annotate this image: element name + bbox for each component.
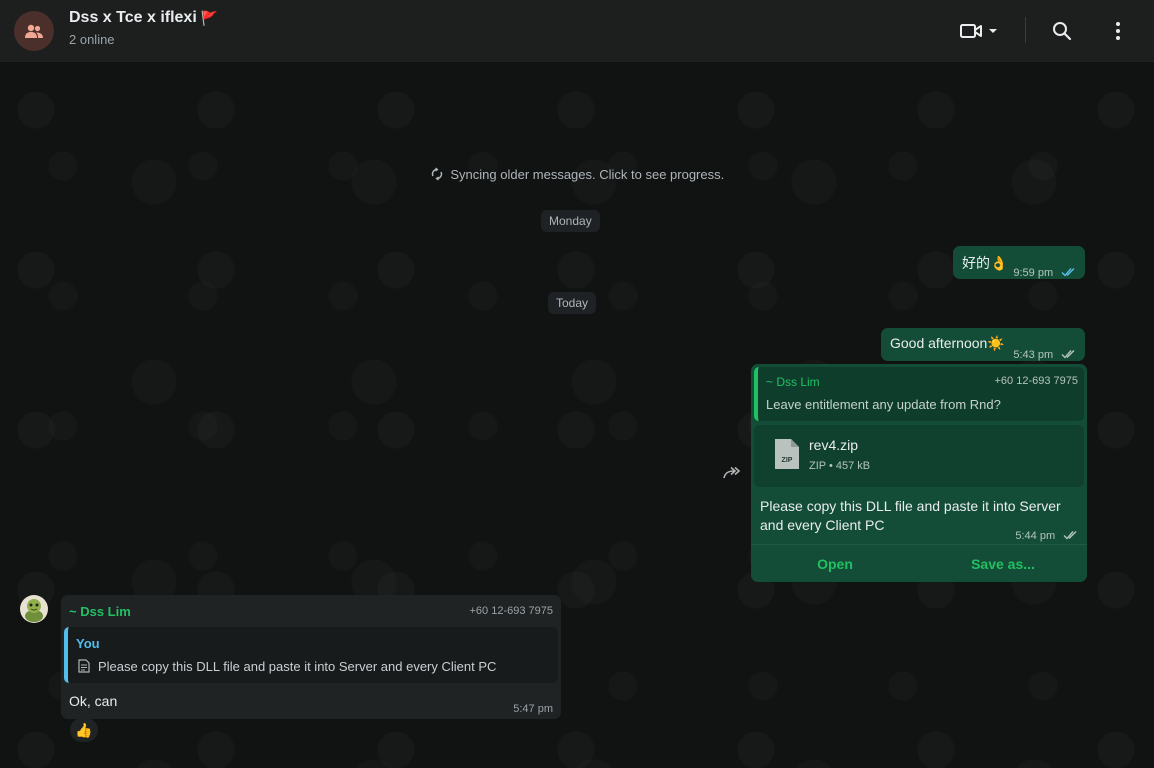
message-time: 5:43 pm [1013, 349, 1054, 361]
menu-button[interactable] [1104, 17, 1132, 45]
message-text: Ok, can [69, 693, 118, 709]
group-icon [25, 24, 43, 38]
read-ticks-icon [1063, 531, 1077, 540]
sender-avatar[interactable] [20, 595, 48, 623]
online-status: 2 online [69, 32, 115, 47]
date-divider-label: Today [556, 296, 589, 310]
date-divider-label: Monday [549, 214, 592, 228]
date-divider-today: Today [548, 292, 597, 314]
search-icon [1053, 22, 1072, 41]
video-call-button[interactable] [956, 17, 1002, 45]
outgoing-message[interactable]: Good afternoon☀️ 5:43 pm [881, 328, 1085, 361]
sync-notice[interactable]: Syncing older messages. Click to see pro… [0, 167, 1154, 182]
save-as-button[interactable]: Save as... [919, 545, 1087, 582]
forward-icon [723, 466, 741, 479]
message-text: Good afternoon☀️ [890, 335, 1005, 351]
chat-title-text: Dss x Tce x iflexi [69, 9, 197, 26]
message-list[interactable]: Syncing older messages. Click to see pro… [0, 62, 1154, 768]
group-avatar[interactable] [14, 11, 54, 51]
read-ticks-icon [1061, 268, 1075, 277]
quote-author: You [76, 636, 100, 651]
header-divider [1025, 17, 1026, 43]
quote-phone: +60 12-693 7975 [994, 375, 1079, 387]
video-camera-icon [960, 24, 982, 38]
message-time: 9:59 pm [1013, 267, 1054, 279]
quote-author: ~ Dss Lim [766, 375, 820, 389]
message-meta: 5:44 pm [1015, 526, 1079, 542]
message-time: 5:47 pm [513, 703, 553, 715]
chat-header[interactable]: Dss x Tce x iflexi 🚩 2 online [0, 0, 1154, 62]
read-ticks-icon [1061, 350, 1075, 359]
open-file-button[interactable]: Open [751, 545, 919, 582]
thumbs-up-emoji: 👍 [75, 721, 93, 738]
file-attachment[interactable]: ZIP rev4.zip ZIP • 457 kB [754, 425, 1084, 487]
chevron-down-icon [989, 29, 997, 33]
forward-button[interactable] [720, 463, 744, 483]
file-actions: Open Save as... [751, 544, 1087, 582]
sync-text: Syncing older messages. Click to see pro… [450, 167, 725, 182]
outgoing-message[interactable]: 好的👌 9:59 pm [953, 246, 1085, 279]
chat-title[interactable]: Dss x Tce x iflexi 🚩 [69, 9, 218, 27]
sender-phone: +60 12-693 7975 [469, 605, 554, 617]
message-meta: 5:43 pm [1013, 345, 1077, 361]
turtle-avatar-icon [25, 599, 43, 622]
quote-text: Leave entitlement any update from Rnd? [766, 397, 1001, 412]
message-text: 好的👌 [962, 255, 1008, 271]
zip-file-icon: ZIP [773, 437, 801, 471]
flag-emoji: 🚩 [200, 9, 219, 26]
more-vertical-icon [1116, 22, 1120, 40]
incoming-message[interactable]: ~ Dss Lim +60 12-693 7975 You Please cop… [61, 595, 561, 719]
quoted-message[interactable]: ~ Dss Lim +60 12-693 7975 Leave entitlem… [754, 367, 1084, 421]
quote-text: Please copy this DLL file and paste it i… [98, 659, 497, 674]
message-time: 5:44 pm [1015, 530, 1056, 542]
search-button[interactable] [1048, 17, 1076, 45]
date-divider-monday: Monday [541, 210, 600, 232]
message-meta: 9:59 pm [1013, 263, 1077, 279]
reaction-badge[interactable]: 👍 [70, 718, 98, 742]
quoted-message[interactable]: You Please copy this DLL file and paste … [64, 627, 558, 683]
sync-icon [431, 167, 442, 181]
file-meta: ZIP • 457 kB [809, 460, 871, 472]
file-message[interactable]: ~ Dss Lim +60 12-693 7975 Leave entitlem… [751, 364, 1087, 582]
file-type-label: ZIP [781, 457, 793, 464]
sender-name[interactable]: ~ Dss Lim [69, 604, 131, 619]
document-icon [78, 659, 90, 673]
file-name: rev4.zip [809, 437, 859, 453]
